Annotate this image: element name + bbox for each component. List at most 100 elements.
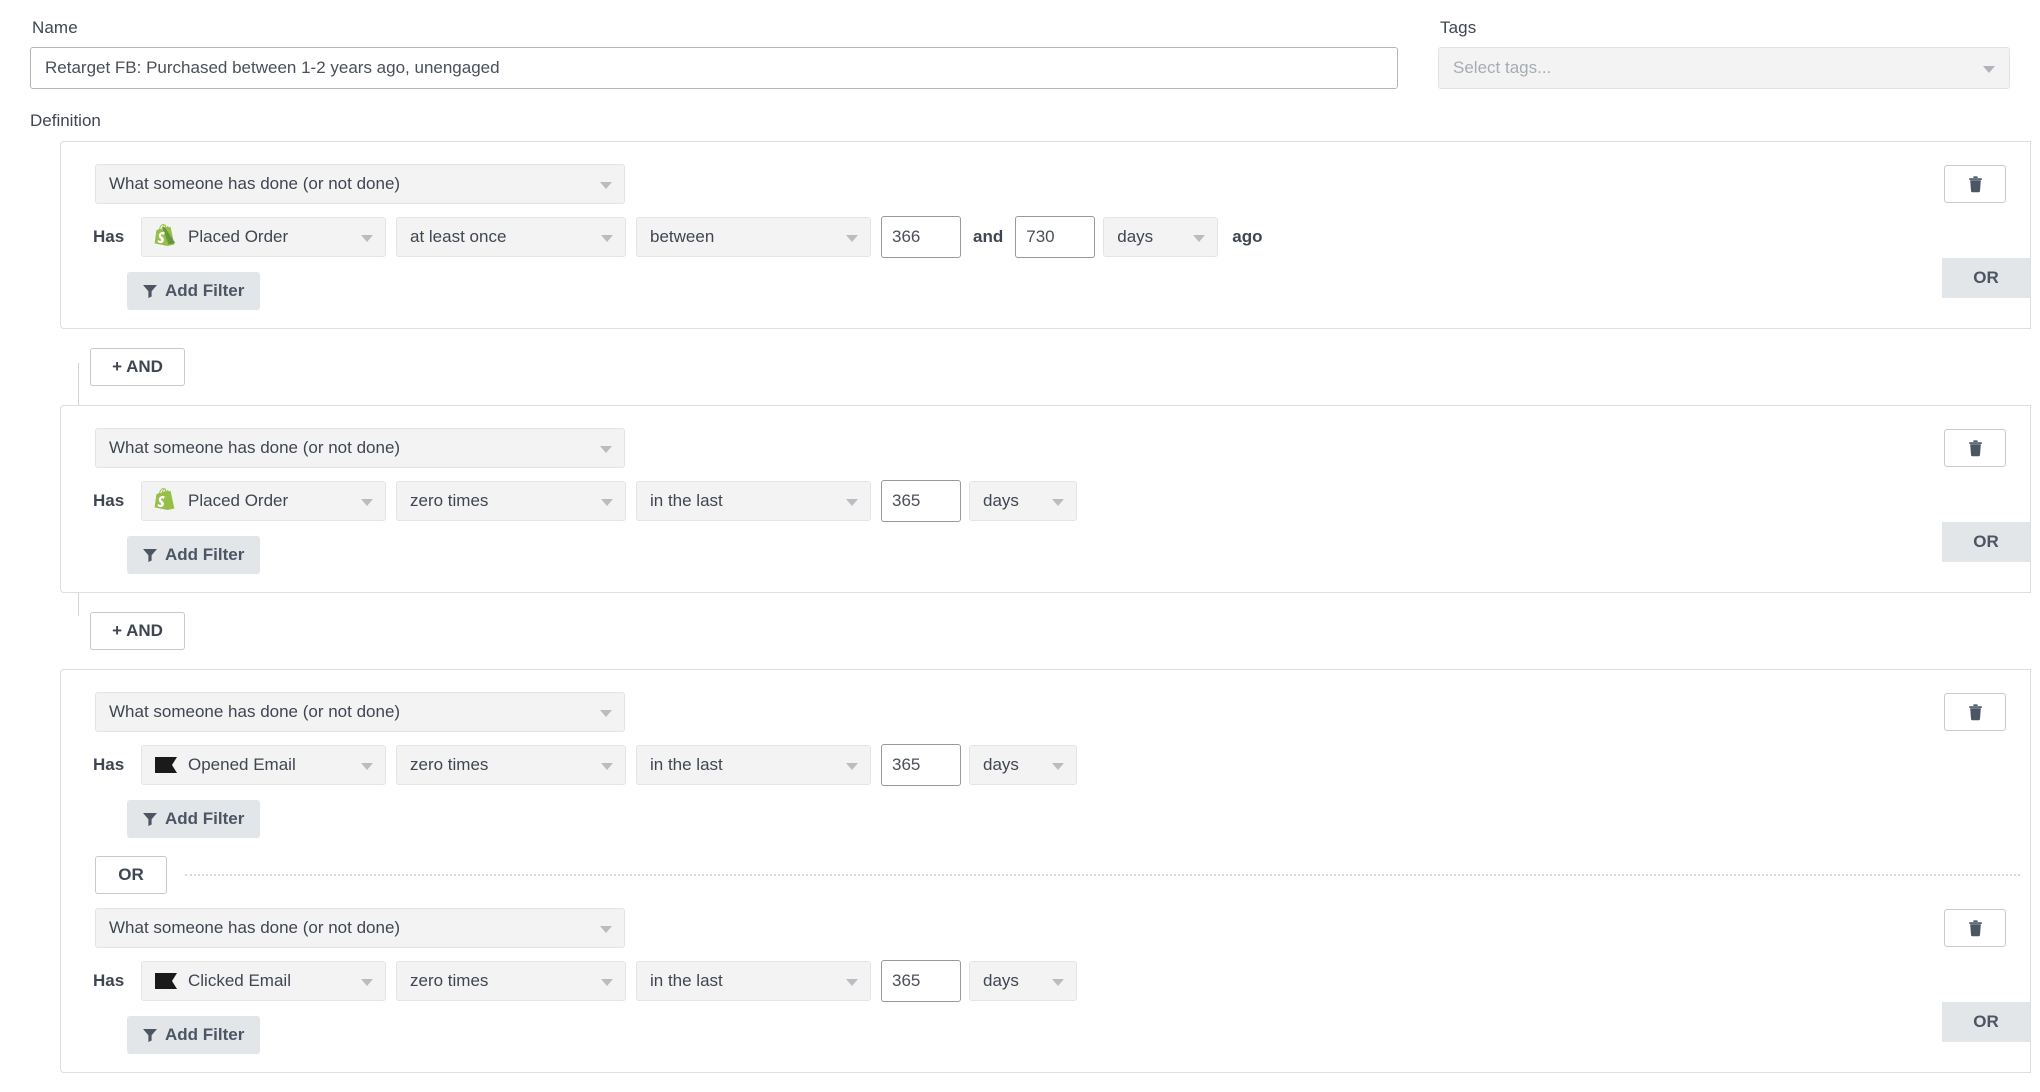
add-filter-button[interactable]: Add Filter	[127, 536, 261, 574]
chevron-down-icon	[600, 710, 612, 717]
chevron-down-icon	[361, 979, 373, 986]
type-row: What someone has done (or not done)	[61, 164, 2030, 204]
operator-select[interactable]: at least once	[396, 217, 626, 257]
chevron-down-icon	[846, 979, 858, 986]
has-label: Has	[93, 755, 125, 774]
condition-type-select[interactable]: What someone has done (or not done)	[95, 692, 625, 732]
condition-type-value: What someone has done (or not done)	[109, 918, 401, 937]
chevron-down-icon	[1193, 235, 1206, 242]
tags-placeholder: Select tags...	[1453, 58, 1552, 77]
name-tags-row: Name Tags Select tags...	[0, 0, 2040, 89]
value-input[interactable]	[881, 480, 961, 522]
chevron-down-icon	[361, 235, 373, 242]
unit-select[interactable]: days	[1103, 217, 1219, 257]
chevron-down-icon	[1052, 499, 1064, 506]
value-input-start[interactable]	[881, 216, 961, 258]
chevron-down-icon	[601, 763, 613, 770]
type-row: What someone has done (or not done)	[61, 908, 2030, 948]
add-and-button[interactable]: + AND	[90, 348, 185, 386]
condition-group: What someone has done (or not done) Has	[60, 141, 2031, 329]
chevron-down-icon	[600, 182, 612, 189]
or-label: OR	[1973, 1012, 1999, 1031]
add-filter-label: Add Filter	[165, 545, 245, 564]
delete-group-button[interactable]	[1944, 429, 2006, 467]
chevron-down-icon	[846, 763, 858, 770]
chevron-down-icon	[600, 446, 612, 453]
unit-value: days	[983, 971, 1019, 990]
has-label: Has	[93, 227, 125, 246]
operator-value: at least once	[410, 227, 507, 246]
add-filter-button[interactable]: Add Filter	[127, 1016, 261, 1054]
unit-value: days	[1117, 227, 1154, 246]
inner-or-button[interactable]: OR	[95, 856, 167, 894]
operator-select[interactable]: zero times	[396, 961, 626, 1001]
timeframe-select[interactable]: between	[636, 217, 871, 257]
condition-type-value: What someone has done (or not done)	[109, 438, 401, 457]
add-filter-label: Add Filter	[165, 809, 245, 828]
value-input[interactable]	[881, 960, 961, 1002]
condition-block: What someone has done (or not done) Has	[61, 692, 2030, 838]
add-and-button[interactable]: + AND	[90, 612, 185, 650]
filter-icon	[143, 1028, 157, 1042]
chevron-down-icon	[361, 499, 373, 506]
chevron-down-icon	[601, 979, 613, 986]
timeframe-select[interactable]: in the last	[636, 961, 871, 1001]
unit-select[interactable]: days	[969, 961, 1077, 1001]
condition-row: Has Clicked Email zero times in the last…	[61, 960, 2030, 1002]
trash-icon	[1968, 703, 1982, 720]
or-divider: OR	[95, 856, 2030, 894]
or-divider-line	[185, 874, 2020, 876]
unit-value: days	[983, 491, 1019, 510]
klaviyo-flag-icon	[152, 751, 180, 779]
segment-name-input[interactable]	[30, 47, 1398, 89]
tags-select[interactable]: Select tags...	[1438, 47, 2010, 89]
condition-type-value: What someone has done (or not done)	[109, 174, 401, 193]
unit-select[interactable]: days	[969, 745, 1077, 785]
trash-icon	[1968, 439, 1982, 456]
shopify-icon	[152, 223, 180, 251]
add-filter-label: Add Filter	[165, 1025, 245, 1044]
condition-type-select[interactable]: What someone has done (or not done)	[95, 164, 625, 204]
trash-icon	[1968, 175, 1982, 192]
filter-icon	[143, 284, 157, 298]
chevron-down-icon	[1052, 763, 1064, 770]
condition-type-value: What someone has done (or not done)	[109, 702, 401, 721]
timeframe-select[interactable]: in the last	[636, 745, 871, 785]
and-button-wrap: + AND	[30, 593, 2040, 669]
unit-value: days	[983, 755, 1019, 774]
chevron-down-icon	[600, 926, 612, 933]
condition-type-select[interactable]: What someone has done (or not done)	[95, 428, 625, 468]
delete-condition-button[interactable]	[1944, 909, 2006, 947]
chevron-down-icon	[846, 235, 858, 242]
metric-select[interactable]: Clicked Email	[141, 961, 386, 1001]
add-filter-button[interactable]: Add Filter	[127, 272, 261, 310]
group-or-button[interactable]: OR	[1942, 258, 2030, 298]
add-filter-button[interactable]: Add Filter	[127, 800, 261, 838]
metric-select[interactable]: Placed Order	[141, 481, 386, 521]
chevron-down-icon	[1052, 979, 1064, 986]
name-field-group: Name	[30, 10, 1410, 89]
delete-group-button[interactable]	[1944, 165, 2006, 203]
metric-select[interactable]: Placed Order	[141, 217, 386, 257]
metric-label: Clicked Email	[188, 971, 291, 990]
condition-type-select[interactable]: What someone has done (or not done)	[95, 908, 625, 948]
value-input-end[interactable]	[1015, 216, 1096, 258]
add-filter-label: Add Filter	[165, 281, 245, 300]
chevron-down-icon	[361, 763, 373, 770]
trash-icon	[1968, 919, 1982, 936]
group-or-button[interactable]: OR	[1942, 522, 2030, 562]
group-or-button[interactable]: OR	[1942, 1002, 2030, 1042]
timeframe-value: in the last	[650, 755, 723, 774]
segment-builder-page: Name Tags Select tags... Definition W	[0, 0, 2040, 1092]
timeframe-select[interactable]: in the last	[636, 481, 871, 521]
unit-select[interactable]: days	[969, 481, 1077, 521]
operator-select[interactable]: zero times	[396, 481, 626, 521]
metric-label: Placed Order	[188, 227, 289, 246]
or-label: OR	[118, 865, 144, 884]
metric-select[interactable]: Opened Email	[141, 745, 386, 785]
delete-condition-button[interactable]	[1944, 693, 2006, 731]
condition-block: What someone has done (or not done) Has	[61, 908, 2030, 1054]
operator-select[interactable]: zero times	[396, 745, 626, 785]
metric-wrap: Clicked Email	[152, 967, 291, 995]
value-input[interactable]	[881, 744, 961, 786]
